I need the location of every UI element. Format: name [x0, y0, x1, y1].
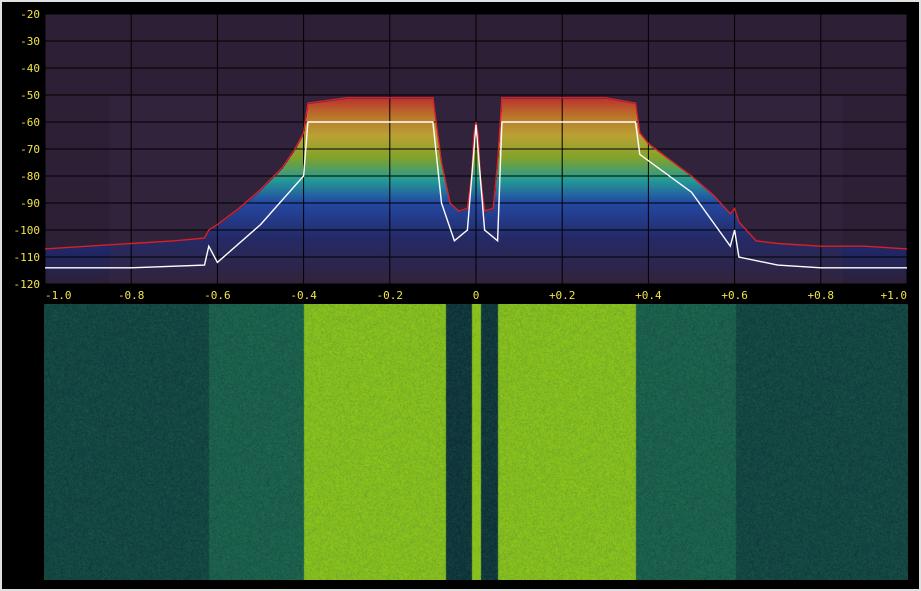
x-tick-label: -0.8 [118, 289, 145, 302]
y-tick-label: -50 [20, 89, 40, 102]
x-tick-label: +0.2 [549, 289, 576, 302]
y-axis-ticks: -20 -30 -40 -50 -60 -70 -80 -90 -100 -110 -120 [14, 8, 41, 291]
waterfall-display[interactable] [44, 304, 908, 580]
y-tick-label: -80 [20, 170, 40, 183]
y-tick-label: -120 [14, 278, 41, 291]
y-tick-label: -40 [20, 62, 40, 75]
x-axis-ticks: -1.0 -0.8 -0.6 -0.4 -0.2 0 +0.2 +0.4 +0.6 +0.8 +1.… [45, 289, 907, 302]
x-tick-label: -0.2 [377, 289, 404, 302]
x-tick-label: -0.6 [204, 289, 231, 302]
y-tick-label: -90 [20, 197, 40, 210]
x-tick-label: +0.4 [635, 289, 662, 302]
x-tick-label: -1.0 [45, 289, 72, 302]
y-tick-label: -20 [20, 8, 40, 21]
x-tick-label: +0.8 [808, 289, 835, 302]
x-tick-label: +0.6 [721, 289, 748, 302]
y-tick-label: -70 [20, 143, 40, 156]
x-tick-label: -0.4 [290, 289, 317, 302]
spectrum-plot[interactable]: -20 -30 -40 -50 -60 -70 -80 -90 -100 -110 -120 -1.… [2, 2, 919, 302]
x-tick-label: 0 [473, 289, 480, 302]
y-tick-label: -60 [20, 116, 40, 129]
x-tick-label: +1.0 [881, 289, 908, 302]
sdr-window: -20 -30 -40 -50 -60 -70 -80 -90 -100 -110 -120 -1.… [0, 0, 921, 591]
y-tick-label: -100 [14, 224, 41, 237]
y-tick-label: -30 [20, 35, 40, 48]
y-tick-label: -110 [14, 251, 41, 264]
